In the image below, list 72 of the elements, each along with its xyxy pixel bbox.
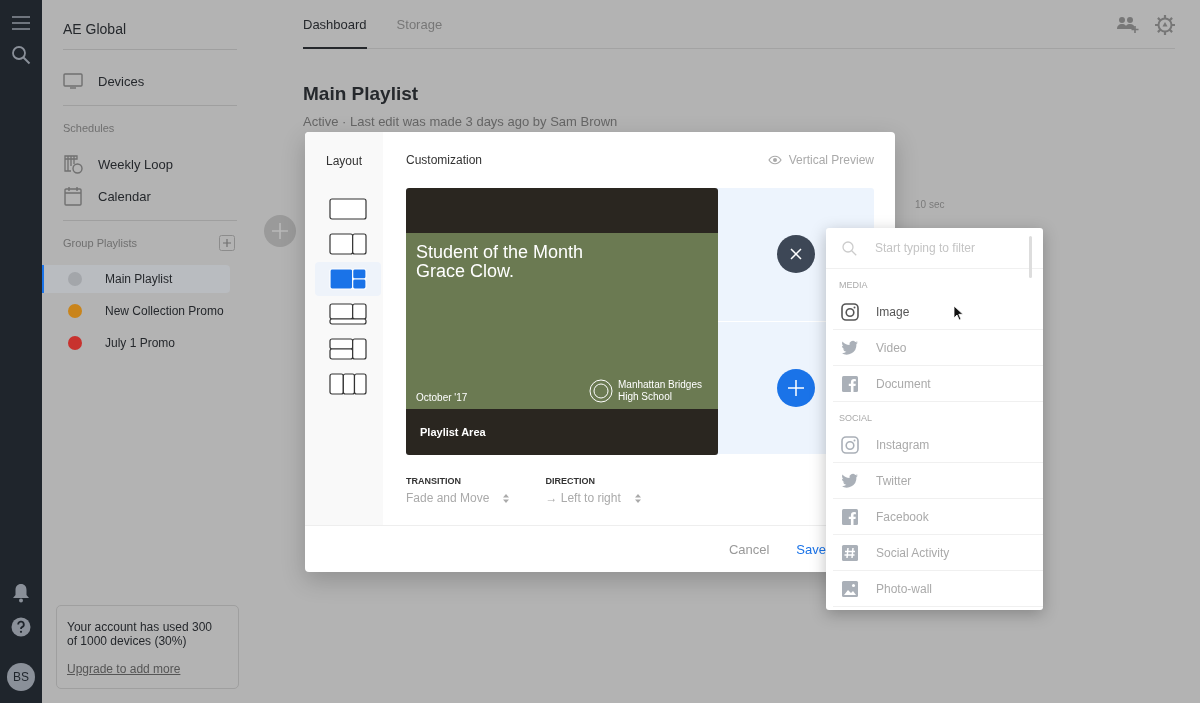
section-heading: Schedules [62,121,116,136]
layout-grid-icon [328,268,367,290]
direction-label: DIRECTION [545,476,596,486]
cancel-button[interactable]: Cancel [719,535,779,563]
menu-item[interactable]: Social Activity [833,535,1043,571]
hash-icon [841,543,859,562]
nav-link[interactable]: Devices [98,73,145,89]
calendar-clock-icon [63,154,83,174]
bird-icon [841,471,859,490]
layout-grid-icon [328,373,367,395]
layout-heading: Layout [326,153,362,170]
playlist-item[interactable]: Main Playlist [42,265,230,293]
search-icon[interactable] [11,45,31,65]
organization-name: AE Global [63,0,237,50]
picture-icon [841,579,859,598]
monitor-icon [63,73,83,89]
mouse-cursor-icon [953,305,964,321]
transition-select[interactable]: Fade and Move [406,491,510,505]
playlist-title: Main Playlist [303,83,420,105]
settings-icon[interactable] [1155,14,1175,35]
search-icon [842,240,857,256]
letter-f-icon [841,374,859,393]
customization-heading: Customization [406,153,483,167]
menu-item[interactable]: Twitter [833,463,1043,499]
add-icon[interactable] [777,368,815,407]
scrollbar[interactable] [1029,236,1032,278]
school-seal-icon [589,379,613,403]
menu-icon[interactable] [11,15,31,31]
menu-item[interactable]: Photo-wall [833,571,1043,607]
help-icon[interactable] [11,617,31,637]
playlist-item[interactable]: July 1 Promo [42,329,230,357]
add-users-icon[interactable] [1117,15,1139,34]
save-button[interactable]: Save [787,535,835,563]
filter-field[interactable]: Start typing to filter [873,240,1027,256]
close-icon[interactable] [777,235,815,274]
group-heading: MEDIA [838,279,869,292]
direction-select[interactable]: → Left to right [545,491,641,505]
sort-caret-icon [503,493,510,503]
upgrade-link[interactable]: Upgrade to add more [67,662,181,676]
eye-icon [767,155,782,165]
menu-item[interactable]: Instagram [833,427,1043,463]
letter-f-icon [841,507,859,526]
tab[interactable]: Storage [396,0,443,49]
vertical-preview-toggle[interactable]: Vertical Preview [767,153,874,167]
menu-item[interactable]: Document [833,366,1043,402]
playlist-status: Active · Last edit was made 3 days ago by Sam Brown [303,114,619,129]
menu-item[interactable]: Facebook [833,499,1043,535]
layout-grid-icon [328,233,367,255]
slide-date: October '17 [416,392,468,403]
user-avatar[interactable]: BS [7,663,35,691]
menu-item[interactable]: Video [833,330,1043,366]
school-name: Manhattan Bridges High School [618,379,703,403]
tab[interactable]: Dashboard [303,0,367,49]
nav-link[interactable]: Calendar [98,188,151,204]
layout-grid-icon [328,338,367,360]
area-label: Playlist Area [419,425,487,440]
layout-option[interactable] [314,262,381,296]
camera-outline-icon [841,435,859,454]
playlist-item[interactable]: New Collection Promo [42,297,230,325]
slide-headline: Student of the Month Grace Clow. [416,243,585,281]
bell-icon[interactable] [12,583,30,603]
layout-grid-icon [328,198,367,220]
layout-grid-icon [328,303,367,325]
transition-label: TRANSITION [406,476,462,486]
usage-text: Your account has used 300 of 1000 devices (30%) [67,620,213,648]
camera-outline-icon [841,302,859,321]
bird-icon [841,338,859,357]
nav-link[interactable]: Weekly Loop [98,156,173,172]
group-heading: SOCIAL [838,412,873,425]
sort-caret-icon [634,493,641,503]
section-heading: Group Playlists [63,237,137,249]
calendar-icon [63,186,83,206]
